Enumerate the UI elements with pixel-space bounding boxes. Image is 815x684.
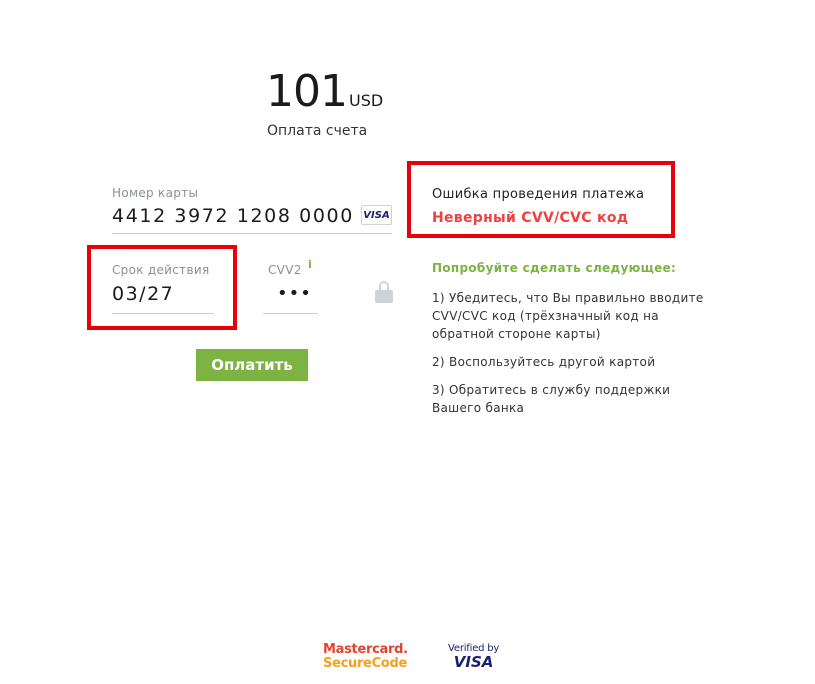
help-steps-list: 1) Убедитесь, что Вы правильно вводите C…	[432, 289, 722, 427]
mastercard-logo-line1: Mastercard.	[323, 642, 408, 657]
expiry-highlight-box	[87, 245, 237, 330]
card-number-field[interactable]: 4412 3972 1208 0000	[112, 205, 354, 227]
cvv-label: CVV2	[268, 263, 302, 277]
cvv-underline	[263, 313, 318, 314]
error-message: Неверный CVV/CVC код	[432, 210, 629, 226]
payment-amount: 101 USD	[266, 70, 383, 114]
card-number-label: Номер карты	[112, 186, 199, 200]
help-step: 2) Воспользуйтесь другой картой	[432, 355, 656, 369]
amount-value: 101	[266, 66, 348, 117]
payment-subtitle: Оплата счета	[267, 123, 368, 139]
pay-button[interactable]: Оплатить	[196, 349, 308, 381]
card-number-underline	[112, 233, 392, 234]
mastercard-logo-line2: SecureCode	[323, 656, 407, 671]
cvv-info-icon[interactable]: i	[308, 258, 312, 271]
help-step: 1) Убедитесь, что Вы правильно вводите C…	[432, 291, 704, 341]
vbv-logo-line2: VISA	[453, 653, 494, 671]
mastercard-securecode-logo: Mastercard. SecureCode	[323, 643, 408, 670]
help-step: 3) Обратитесь в службу поддержки Вашего …	[432, 383, 671, 415]
lock-icon	[375, 281, 393, 303]
visa-card-icon: VISA	[361, 205, 392, 225]
verified-by-visa-logo: Verified by VISA	[448, 644, 499, 670]
amount-currency: USD	[348, 91, 384, 110]
error-title: Ошибка проведения платежа	[432, 187, 645, 202]
cvv-field[interactable]: •••	[277, 283, 312, 304]
help-title: Попробуйте сделать следующее:	[432, 261, 677, 275]
